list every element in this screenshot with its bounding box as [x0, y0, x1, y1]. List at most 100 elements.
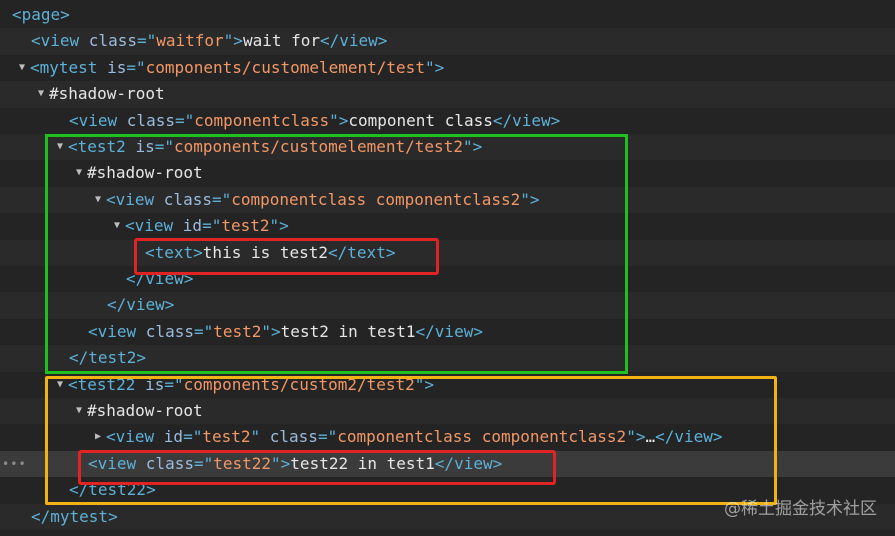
token-tag: </view> [107, 295, 175, 315]
more-options-icon[interactable]: ••• [2, 451, 27, 477]
token-tag: <mytest [30, 57, 108, 77]
token-val: componentclass componentclass2 [337, 427, 627, 447]
token-tag: =" [164, 374, 184, 394]
token-tag: </test22> [69, 480, 156, 500]
token-tag: </view> [492, 110, 561, 130]
triangle-down-icon[interactable]: ▼ [114, 213, 125, 239]
triangle-down-icon[interactable]: ▼ [76, 398, 87, 424]
token-tag: <view [69, 110, 127, 130]
token-tag: </view> [655, 427, 723, 447]
token-val: components/customelement/test [145, 57, 425, 77]
token-attr: class [269, 427, 318, 447]
dom-node-line[interactable]: </view> [0, 292, 895, 319]
token-tag: "> [414, 374, 435, 394]
token-attr: class [145, 453, 194, 473]
dom-node-line[interactable]: ▶ <view id="test2" class="componentclass … [0, 424, 895, 450]
token-tag: <view [31, 31, 89, 51]
token-txt: wait for [242, 31, 320, 51]
dom-node-line[interactable]: ▼ <mytest is="components/customelement/te… [0, 55, 895, 81]
token-tag: </mytest> [31, 506, 118, 526]
dom-node-line[interactable]: <view class="componentclass">component c… [0, 108, 895, 134]
token-tag: =" [126, 57, 146, 77]
token-val: test2 [221, 216, 270, 236]
triangle-down-icon[interactable]: ▼ [57, 372, 68, 398]
dom-node-line[interactable]: <view class="waitfor">wait for</view> [0, 28, 895, 55]
dom-node-line[interactable]: ▼ #shadow-root [0, 81, 895, 108]
token-tag: <text> [145, 242, 203, 262]
dom-node-line[interactable]: ▼ <test2 is="components/customelement/tes… [0, 134, 895, 161]
dom-node-line[interactable]: </view> [0, 266, 895, 292]
token-tag: "> [223, 31, 243, 51]
token-tag: <view [88, 321, 146, 341]
token-tag: =" [317, 427, 338, 447]
dom-node-line[interactable]: <text>this is test2</text> [0, 239, 895, 266]
token-tag: =" [193, 321, 214, 341]
token-txt: this is test2 [202, 242, 329, 262]
token-attr: class [88, 31, 137, 51]
token-tag: <view [125, 216, 183, 236]
token-tag: </test2> [69, 348, 147, 368]
dom-node-line[interactable]: ▼ #shadow-root [0, 398, 895, 425]
token-attr: is [135, 137, 155, 156]
dom-node-line[interactable]: <view class="test22">test22 in test1</vi… [0, 450, 895, 478]
token-val: test2 [202, 427, 251, 447]
token-val: components/customelement/test2 [173, 137, 463, 156]
token-attr: class [145, 321, 194, 341]
token-tag: =" [193, 453, 214, 473]
token-tag: "> [424, 57, 445, 77]
triangle-down-icon[interactable]: ▼ [57, 134, 68, 160]
token-txt: … [645, 427, 656, 447]
token-txt: #shadow-root [87, 163, 203, 183]
token-tag: <view [106, 189, 164, 209]
dom-node-line[interactable]: ▼ <view class="componentclass componentcl… [0, 186, 895, 214]
token-tag: =" [174, 110, 195, 130]
triangle-right-icon[interactable]: ▶ [95, 424, 106, 450]
triangle-down-icon[interactable]: ▼ [76, 160, 87, 186]
token-tag: "> [626, 427, 646, 447]
token-attr: is [145, 374, 165, 394]
token-val: components/custom2/test2 [183, 374, 415, 394]
token-tag: =" [136, 31, 157, 51]
elements-panel: <page> <view class="waitfor">wait for</vi… [0, 0, 895, 536]
token-attr: class [126, 110, 175, 130]
triangle-down-icon[interactable]: ▼ [95, 187, 106, 213]
token-val: componentclass componentclass2 [231, 189, 521, 209]
token-attr: id [182, 216, 203, 236]
token-tag: <test22 [68, 374, 146, 394]
token-val: waitfor [156, 31, 224, 51]
token-tag: </view> [320, 31, 388, 51]
token-txt: test2 in test1 [280, 321, 416, 341]
token-tag: =" [183, 427, 203, 447]
dom-node-line[interactable]: ▼ <view id="test2"> [0, 213, 895, 239]
watermark: @稀土掘金技术社区 [724, 499, 877, 519]
dom-node-line[interactable]: <view class="test2">test2 in test1</view… [0, 319, 895, 345]
token-tag: </view> [434, 453, 503, 473]
token-tag: </view> [126, 269, 194, 288]
token-val: test22 [213, 453, 272, 473]
token-tag: =" [202, 216, 222, 236]
dom-node-line[interactable]: ▼ <test22 is="components/custom2/test2"> [0, 372, 895, 398]
dom-node-line[interactable]: </test2> [0, 345, 895, 372]
token-tag: <view [106, 427, 164, 447]
token-txt: test22 in test1 [290, 453, 435, 473]
token-attr: id [163, 427, 184, 447]
token-txt: #shadow-root [87, 401, 203, 420]
token-tag: "> [329, 110, 349, 130]
token-tag: " [250, 427, 270, 447]
triangle-down-icon[interactable]: ▼ [38, 81, 49, 107]
token-tag: "> [261, 321, 281, 341]
token-tag: "> [462, 137, 483, 156]
token-txt: #shadow-root [49, 84, 165, 104]
triangle-down-icon[interactable]: ▼ [19, 55, 30, 81]
token-tag: =" [211, 189, 232, 209]
dom-node-line[interactable]: <page> [0, 2, 895, 28]
token-tag: "> [520, 189, 540, 209]
token-attr: class [163, 189, 212, 209]
token-val: componentclass [194, 110, 330, 130]
token-val: test2 [213, 321, 262, 341]
dom-node-line[interactable]: ▼ #shadow-root [0, 160, 895, 186]
token-tag: =" [154, 137, 174, 156]
token-tag: "> [271, 453, 291, 473]
token-tag: "> [269, 216, 289, 236]
token-tag: </text> [328, 242, 396, 262]
